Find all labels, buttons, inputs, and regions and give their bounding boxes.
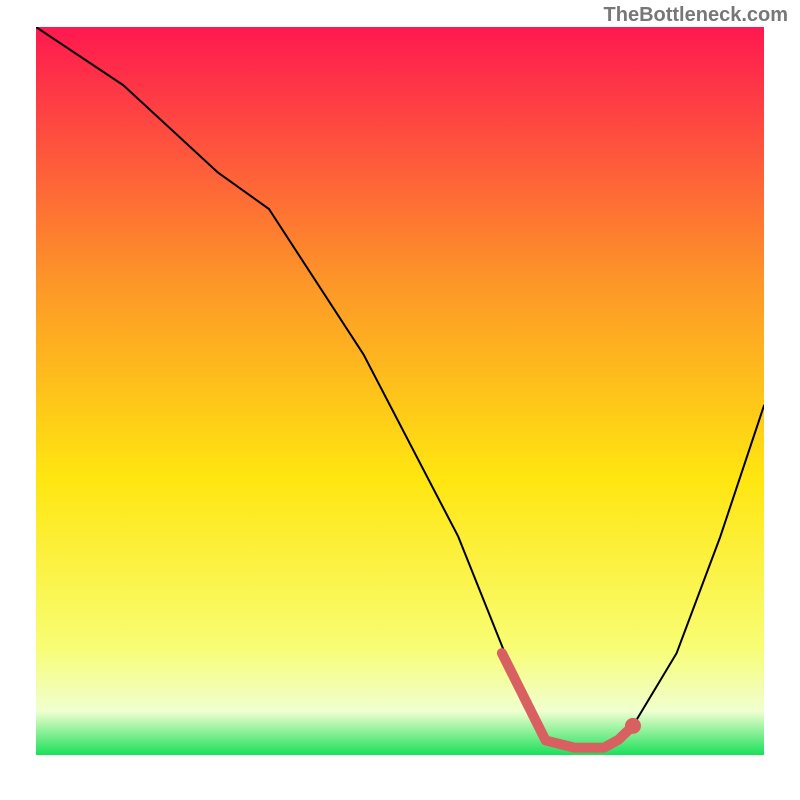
optimal-zone-endpoint (625, 718, 641, 734)
watermark-text: TheBottleneck.com (604, 4, 788, 27)
bottleneck-chart (36, 27, 764, 755)
chart-plot-area (36, 27, 764, 755)
gradient-background (36, 27, 764, 755)
